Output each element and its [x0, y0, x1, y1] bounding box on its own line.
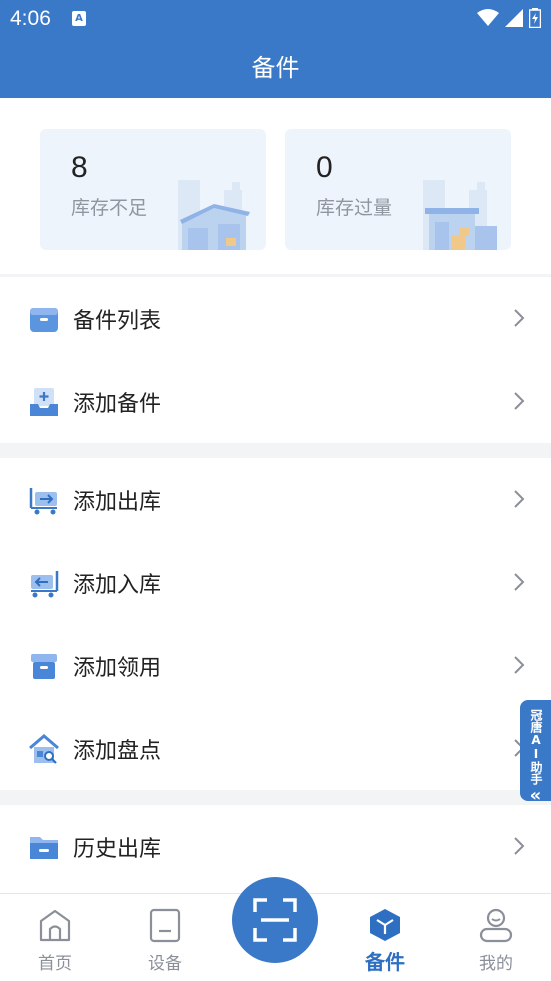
menu-label: 添加入库: [73, 572, 162, 598]
menu-label: 添加出库: [73, 489, 162, 515]
menu-item-outbound-history[interactable]: 历史出库: [0, 805, 551, 888]
menu-item-parts-list[interactable]: 备件列表: [0, 277, 551, 360]
user-icon: [479, 908, 513, 943]
menu-item-add-requisition[interactable]: 添加领用: [0, 624, 551, 707]
tab-home[interactable]: 首页: [0, 894, 110, 981]
warehouse-illustration-icon: [423, 180, 497, 250]
menu-label: 历史出库: [73, 836, 162, 862]
menu-item-add-outbound[interactable]: 添加出库: [0, 458, 551, 541]
signal-icon: [505, 9, 523, 27]
box-icon: [370, 909, 400, 941]
menu-label: 添加领用: [73, 655, 162, 681]
stat-value: 0: [316, 151, 333, 184]
chevron-right-icon: [514, 837, 525, 855]
house-search-icon: [29, 734, 59, 764]
menu-item-add-stocktake[interactable]: 添加盘点: [0, 707, 551, 790]
menu-label: 备件列表: [73, 308, 162, 334]
wifi-icon: [477, 9, 499, 26]
title-bar: 备件: [0, 38, 551, 98]
battery-icon: [529, 8, 541, 28]
ai-assistant-tab[interactable]: 冠唐AI助手 «: [520, 700, 551, 806]
menu-label: 添加备件: [73, 391, 162, 417]
folder-icon: [30, 837, 58, 859]
chevron-right-icon: [514, 656, 525, 674]
status-bar: 4:06 A: [0, 0, 551, 38]
tab-label: 设备: [148, 954, 182, 974]
stat-value: 8: [71, 151, 88, 184]
menu-label: 添加盘点: [73, 738, 162, 764]
menu-group-parts: 备件列表 添加备件: [0, 277, 551, 443]
tab-label: 首页: [38, 954, 72, 974]
menu-item-add-inbound[interactable]: 添加入库: [0, 541, 551, 624]
menu-item-add-part[interactable]: 添加备件: [0, 360, 551, 443]
status-time: 4:06: [10, 7, 51, 30]
stat-card-overstock[interactable]: 0 库存过量: [285, 129, 511, 250]
scan-button[interactable]: [232, 877, 318, 963]
menu-group-operations: 添加出库 添加入库 添加领用 添加盘点: [0, 458, 551, 790]
tab-label: 我的: [479, 954, 513, 974]
home-icon: [39, 909, 71, 942]
chevron-right-icon: [514, 309, 525, 327]
archive-box-icon: [31, 654, 57, 679]
cart-in-icon: [31, 571, 59, 598]
stat-label: 库存不足: [71, 197, 148, 219]
ai-assistant-label: 冠唐AI助手: [529, 709, 543, 785]
device-icon: [149, 908, 181, 943]
double-chevron-left-icon: «: [529, 785, 542, 806]
chevron-right-icon: [514, 573, 525, 591]
stats-section: 8 库存不足 0 库存过量: [0, 98, 551, 274]
box-icon: [30, 308, 58, 332]
tab-device[interactable]: 设备: [110, 894, 220, 981]
tab-label: 备件: [365, 950, 405, 974]
tab-parts[interactable]: 备件: [330, 894, 440, 981]
chevron-right-icon: [514, 392, 525, 410]
tray-add-icon: [30, 388, 58, 416]
tab-mine[interactable]: 我的: [441, 894, 551, 981]
scan-icon: [253, 898, 297, 942]
cart-out-icon: [29, 488, 57, 515]
stat-card-low-stock[interactable]: 8 库存不足: [40, 129, 266, 250]
stat-label: 库存过量: [316, 197, 393, 219]
page-title: 备件: [251, 54, 300, 82]
chevron-right-icon: [514, 490, 525, 508]
warehouse-illustration-icon: [178, 180, 250, 250]
app-notification-icon: A: [72, 11, 86, 26]
